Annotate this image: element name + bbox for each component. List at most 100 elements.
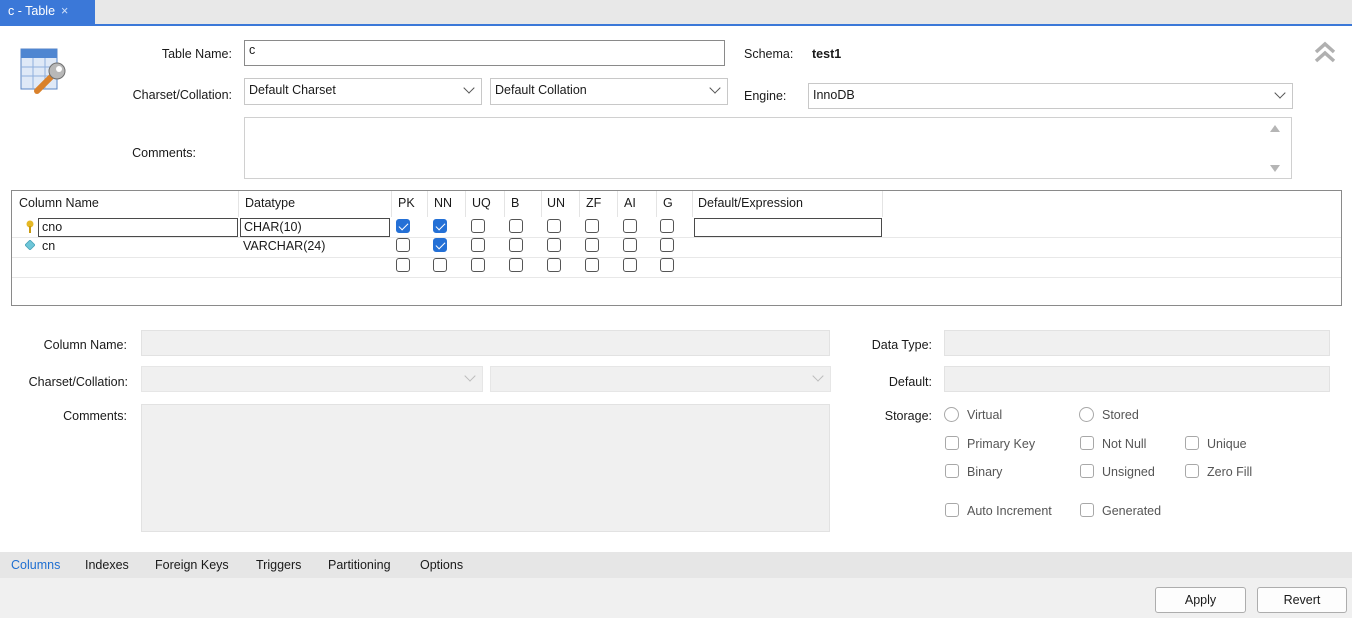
tab-options[interactable]: Options [420, 558, 463, 572]
pk-checkbox[interactable] [396, 219, 410, 233]
pk-checkbox[interactable] [396, 258, 410, 272]
column-charset-select[interactable] [141, 366, 483, 392]
virtual-radio[interactable] [944, 407, 959, 422]
column-name-detail-input[interactable] [141, 330, 830, 356]
uq-checkbox[interactable] [471, 258, 485, 272]
zero-fill-checkbox[interactable] [1185, 464, 1199, 478]
chevron-down-icon [464, 370, 476, 382]
chevron-down-icon [463, 82, 475, 94]
auto-increment-checkbox[interactable] [945, 503, 959, 517]
b-checkbox[interactable] [509, 238, 523, 252]
editor-tab-strip [0, 0, 1352, 26]
b-checkbox[interactable] [509, 258, 523, 272]
ai-checkbox[interactable] [623, 258, 637, 272]
column-charset-label: Charset/Collation: [28, 375, 128, 389]
tab-triggers[interactable]: Triggers [256, 558, 301, 572]
engine-select[interactable]: InnoDB [808, 83, 1293, 109]
column-comments-textarea[interactable] [141, 404, 830, 532]
column-name-cell[interactable]: cno [38, 218, 238, 237]
table-wrench-icon [20, 48, 66, 94]
chevron-down-icon [812, 370, 824, 382]
not-null-label: Not Null [1102, 437, 1147, 451]
collation-select[interactable]: Default Collation [490, 78, 728, 105]
scroll-down-icon[interactable] [1270, 165, 1280, 172]
engine-label: Engine: [744, 89, 787, 103]
un-checkbox[interactable] [547, 238, 561, 252]
close-tab-icon[interactable]: × [61, 4, 68, 18]
unique-label: Unique [1207, 437, 1247, 451]
generated-checkbox[interactable] [1080, 503, 1094, 517]
zf-checkbox[interactable] [585, 219, 599, 233]
header-b[interactable]: B [511, 196, 519, 210]
header-nn[interactable]: NN [434, 196, 452, 210]
unsigned-checkbox[interactable] [1080, 464, 1094, 478]
header-g[interactable]: G [663, 196, 673, 210]
un-checkbox[interactable] [547, 258, 561, 272]
apply-button[interactable]: Apply [1155, 587, 1246, 613]
tab-columns[interactable]: Columns [11, 558, 60, 572]
pk-checkbox[interactable] [396, 238, 410, 252]
generated-label: Generated [1102, 504, 1162, 518]
g-checkbox[interactable] [660, 219, 674, 233]
nn-checkbox[interactable] [433, 238, 447, 252]
header-ai[interactable]: AI [624, 196, 636, 210]
charset-select[interactable]: Default Charset [244, 78, 482, 105]
g-checkbox[interactable] [660, 238, 674, 252]
column-comments-label: Comments: [63, 409, 127, 423]
tab-foreign-keys[interactable]: Foreign Keys [155, 558, 229, 572]
primary-key-label: Primary Key [967, 437, 1036, 451]
header-pk[interactable]: PK [398, 196, 415, 210]
comments-textarea[interactable] [244, 117, 1292, 179]
binary-checkbox[interactable] [945, 464, 959, 478]
scroll-up-icon[interactable] [1270, 125, 1280, 132]
g-checkbox[interactable] [660, 258, 674, 272]
primary-key-checkbox[interactable] [945, 436, 959, 450]
header-datatype[interactable]: Datatype [245, 196, 295, 210]
header-column-name[interactable]: Column Name [19, 196, 99, 210]
chevron-down-icon [1274, 87, 1286, 99]
collation-value: Default Collation [495, 83, 587, 97]
column-name-detail-label: Column Name: [43, 338, 127, 352]
column-collation-select[interactable] [490, 366, 831, 392]
tab-indexes[interactable]: Indexes [85, 558, 129, 572]
primary-key-icon [26, 220, 34, 233]
ai-checkbox[interactable] [623, 219, 637, 233]
column-name-cell[interactable]: cn [42, 239, 55, 253]
editor-section-tabs: Columns Indexes Foreign Keys Triggers Pa… [0, 552, 1352, 578]
collapse-up-icon[interactable] [1313, 40, 1337, 64]
data-type-input[interactable] [944, 330, 1330, 356]
charset-label: Charset/Collation: [132, 88, 232, 102]
default-input[interactable] [944, 366, 1330, 392]
tab-title: c - Table [8, 4, 56, 18]
columns-grid[interactable]: Column Name Datatype PK NN UQ B UN ZF AI… [11, 190, 1342, 306]
datatype-cell[interactable]: VARCHAR(24) [243, 239, 325, 253]
auto-increment-label: Auto Increment [967, 504, 1052, 518]
header-un[interactable]: UN [547, 196, 565, 210]
uq-checkbox[interactable] [471, 219, 485, 233]
nn-checkbox[interactable] [433, 219, 447, 233]
tab-partitioning[interactable]: Partitioning [328, 558, 391, 572]
ai-checkbox[interactable] [623, 238, 637, 252]
default-expression-cell[interactable] [694, 218, 882, 237]
uq-checkbox[interactable] [471, 238, 485, 252]
zf-checkbox[interactable] [585, 258, 599, 272]
zero-fill-label: Zero Fill [1207, 465, 1253, 479]
tab-table-editor[interactable]: c - Table × [0, 0, 95, 24]
footer-bar: Apply Revert [0, 578, 1352, 618]
stored-radio[interactable] [1079, 407, 1094, 422]
zf-checkbox[interactable] [585, 238, 599, 252]
default-label: Default: [888, 375, 932, 389]
unique-checkbox[interactable] [1185, 436, 1199, 450]
revert-button[interactable]: Revert [1257, 587, 1347, 613]
un-checkbox[interactable] [547, 219, 561, 233]
table-name-input[interactable]: c [244, 40, 725, 66]
data-type-label: Data Type: [871, 338, 932, 352]
not-null-checkbox[interactable] [1080, 436, 1094, 450]
nn-checkbox[interactable] [433, 258, 447, 272]
table-name-label: Table Name: [161, 47, 232, 61]
header-uq[interactable]: UQ [472, 196, 491, 210]
datatype-cell[interactable]: CHAR(10) [240, 218, 390, 237]
b-checkbox[interactable] [509, 219, 523, 233]
header-zf[interactable]: ZF [586, 196, 601, 210]
header-default-expression[interactable]: Default/Expression [698, 196, 803, 210]
